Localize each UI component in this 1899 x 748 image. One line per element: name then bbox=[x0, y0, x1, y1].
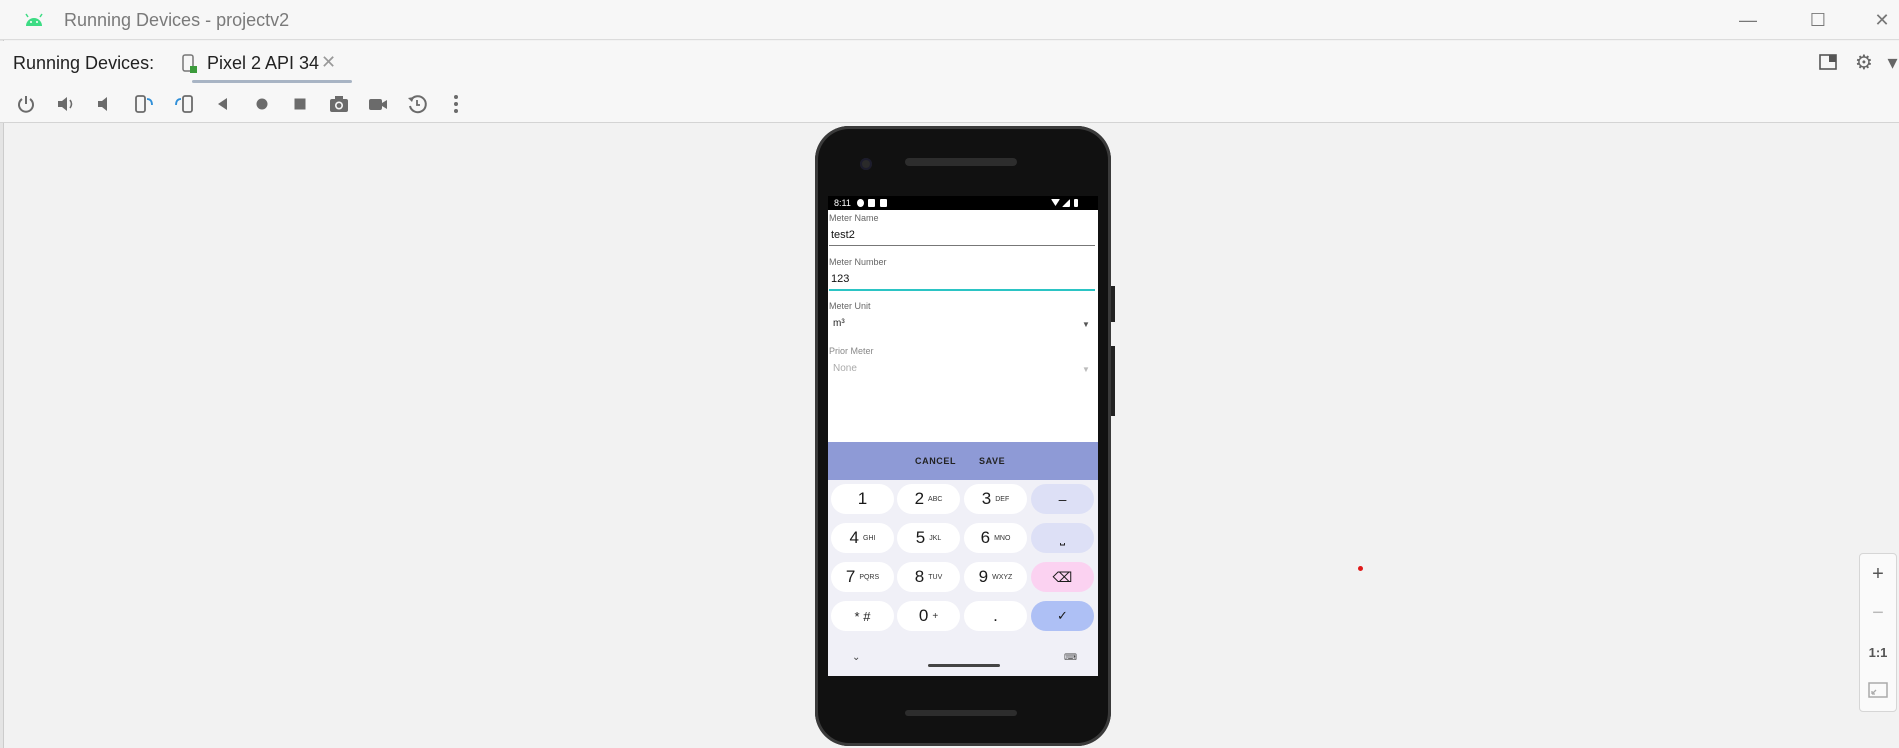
rotate-right-icon[interactable] bbox=[170, 91, 198, 117]
more-chevron-icon[interactable]: ▾ bbox=[1886, 50, 1899, 74]
power-icon[interactable] bbox=[12, 91, 40, 117]
keyboard-switch-icon[interactable]: ⌨ bbox=[1064, 652, 1077, 663]
gear-icon[interactable]: ⚙ bbox=[1852, 50, 1876, 74]
earpiece-speaker bbox=[905, 158, 1017, 166]
battery-icon bbox=[1074, 199, 1078, 207]
checkmark-icon[interactable]: ✓ bbox=[1031, 601, 1094, 631]
wifi-icon bbox=[1051, 199, 1060, 206]
chevron-down-icon[interactable]: ▼ bbox=[1082, 320, 1090, 329]
screen-record-icon[interactable] bbox=[364, 91, 392, 117]
fit-screen-icon[interactable] bbox=[1860, 671, 1896, 709]
key-5[interactable]: 5 JKL bbox=[897, 523, 960, 553]
bottom-speaker bbox=[905, 710, 1017, 716]
gesture-nav-bar[interactable] bbox=[928, 664, 1000, 667]
device-screen[interactable]: 8:11 Meter Name test2 Meter Number 123 M… bbox=[828, 196, 1098, 676]
meter-name-underline bbox=[829, 245, 1095, 246]
numeric-keyboard: 1 2 ABC 3 DEF – 4 GHI 5 JKL 6 MNO ⎵ 7 PQRS 8 TU… bbox=[828, 480, 1098, 676]
zoom-out-icon[interactable]: − bbox=[1860, 594, 1896, 632]
minimize-icon[interactable]: — bbox=[1726, 8, 1770, 32]
key-space[interactable]: ⎵ bbox=[1031, 523, 1094, 553]
device-icon bbox=[182, 54, 197, 73]
key-2[interactable]: 2 ABC bbox=[897, 484, 960, 514]
dialog-actions: CANCEL SAVE bbox=[828, 442, 1098, 480]
meter-unit-label: Meter Unit bbox=[829, 301, 871, 311]
snapshot-icon[interactable] bbox=[403, 91, 431, 117]
screenshot-icon[interactable] bbox=[325, 91, 353, 117]
title-bar: Running Devices - projectv2 — ☐ ✕ bbox=[0, 0, 1899, 40]
tab-bar: Running Devices: Pixel 2 API 34 ✕ ⚙ ▾ bbox=[0, 41, 1899, 83]
prior-meter-label: Prior Meter bbox=[829, 346, 874, 356]
signal-icon bbox=[1062, 199, 1070, 207]
key-9[interactable]: 9 WXYZ bbox=[964, 562, 1027, 592]
zoom-controls: + − 1:1 bbox=[1859, 553, 1897, 712]
hide-keyboard-icon[interactable]: ⌄ bbox=[852, 652, 860, 663]
zoom-in-icon[interactable]: + bbox=[1860, 555, 1896, 593]
more-options-icon[interactable] bbox=[442, 91, 470, 117]
sdcard-icon bbox=[868, 199, 875, 207]
meter-name-input[interactable]: test2 bbox=[831, 229, 855, 241]
status-time: 8:11 bbox=[834, 198, 851, 208]
zoom-actual-size-button[interactable]: 1:1 bbox=[1860, 633, 1896, 671]
tab-pixel-2[interactable]: Pixel 2 API 34 ✕ bbox=[178, 49, 352, 83]
tab-close-icon[interactable]: ✕ bbox=[321, 52, 336, 73]
key-6[interactable]: 6 MNO bbox=[964, 523, 1027, 553]
android-icon bbox=[25, 13, 43, 26]
volume-up-icon[interactable] bbox=[52, 91, 80, 117]
notification-icon bbox=[857, 199, 864, 207]
key-7[interactable]: 7 PQRS bbox=[831, 562, 894, 592]
maximize-icon[interactable]: ☐ bbox=[1796, 8, 1840, 32]
save-button[interactable]: SAVE bbox=[979, 456, 1005, 466]
meter-number-underline bbox=[829, 289, 1095, 291]
key-period[interactable]: . bbox=[964, 601, 1027, 631]
home-icon[interactable] bbox=[248, 91, 276, 117]
back-icon[interactable] bbox=[209, 91, 237, 117]
tabbar-label: Running Devices: bbox=[13, 53, 155, 73]
key-0[interactable]: 0 + bbox=[897, 601, 960, 631]
volume-side-button bbox=[1111, 346, 1115, 416]
key-4[interactable]: 4 GHI bbox=[831, 523, 894, 553]
emulator-toolbar bbox=[0, 83, 1899, 123]
key-minus[interactable]: – bbox=[1031, 484, 1094, 514]
chevron-down-icon[interactable]: ▼ bbox=[1082, 365, 1090, 374]
backspace-icon[interactable]: ⌫ bbox=[1031, 562, 1094, 592]
tab-label: Pixel 2 API 34 bbox=[207, 53, 320, 73]
front-camera bbox=[860, 158, 872, 170]
key-1[interactable]: 1 bbox=[831, 484, 894, 514]
overview-icon[interactable] bbox=[286, 91, 314, 117]
rotate-left-icon[interactable] bbox=[130, 91, 158, 117]
key-8[interactable]: 8 TUV bbox=[897, 562, 960, 592]
cancel-button[interactable]: CANCEL bbox=[915, 456, 956, 466]
close-window-icon[interactable]: ✕ bbox=[1860, 8, 1899, 32]
layout-icon[interactable] bbox=[1816, 50, 1840, 74]
power-side-button bbox=[1111, 286, 1115, 322]
phone-frame: 8:11 Meter Name test2 Meter Number 123 M… bbox=[815, 126, 1115, 746]
meter-unit-select[interactable]: m³ bbox=[833, 318, 845, 329]
meter-number-label: Meter Number bbox=[829, 257, 887, 267]
meter-number-input[interactable]: 123 bbox=[831, 273, 849, 285]
prior-meter-select[interactable]: None bbox=[833, 363, 857, 374]
notification-icon-2 bbox=[880, 199, 887, 207]
key-star-hash[interactable]: * # bbox=[831, 601, 894, 631]
meter-name-label: Meter Name bbox=[829, 213, 879, 223]
pointer-dot bbox=[1358, 566, 1363, 571]
key-3[interactable]: 3 DEF bbox=[964, 484, 1027, 514]
volume-down-icon[interactable] bbox=[91, 91, 119, 117]
status-bar: 8:11 bbox=[828, 196, 1098, 210]
window-title: Running Devices - projectv2 bbox=[64, 10, 290, 30]
